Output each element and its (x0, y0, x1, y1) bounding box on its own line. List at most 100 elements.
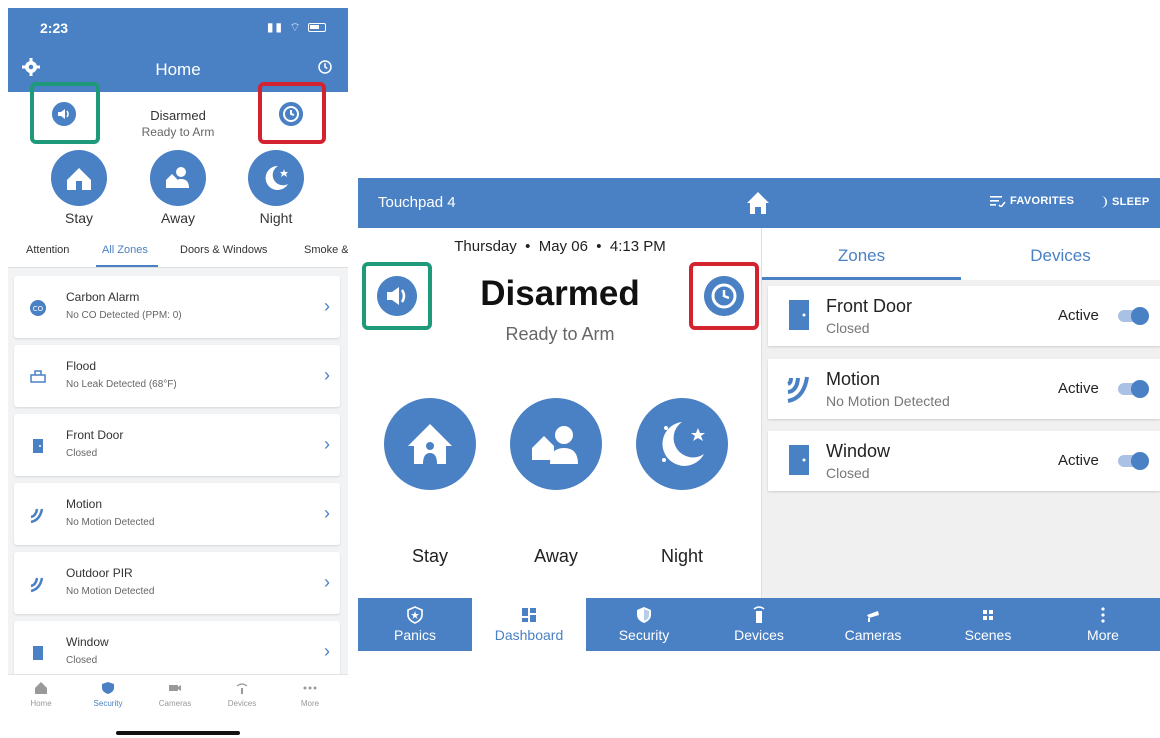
weekday: Thursday (454, 238, 517, 255)
away-label: Away (534, 546, 578, 566)
moon-icon (1101, 196, 1107, 208)
zone-active-label: Active (1058, 380, 1099, 397)
page-title: Home (155, 60, 201, 79)
status-icons: ▮▮ ⌔ (267, 20, 326, 35)
speaker-icon[interactable] (52, 102, 76, 126)
more-dots-icon (303, 686, 317, 690)
phone-screen: 2:23 ▮▮ ⌔ Home Disarmed Ready to Arm Sta… (8, 8, 348, 736)
tab-doors-windows[interactable]: Doors & Windows (180, 244, 267, 256)
nav-more[interactable]: More (1046, 598, 1160, 651)
clock-icon[interactable] (279, 102, 303, 126)
nav-label: Dashboard (494, 627, 564, 643)
devices-icon (753, 606, 765, 623)
night-label: Night (660, 546, 704, 566)
more-vertical-icon (1101, 607, 1105, 623)
zone-card-outdoor-pir[interactable]: Outdoor PIR No Motion Detected › (14, 552, 340, 614)
zone-card-front-door[interactable]: Front Door Closed › (14, 414, 340, 476)
zone-active-toggle[interactable] (1118, 380, 1149, 398)
arm-sub-state: Ready to Arm (141, 125, 215, 139)
away-button[interactable] (150, 150, 206, 206)
nav-cameras[interactable]: Cameras (145, 681, 205, 708)
battery-icon (308, 23, 326, 33)
phone-bottom-nav: Home Security Cameras Devices More (8, 674, 348, 736)
zone-card-window[interactable]: Window Closed Active (768, 431, 1160, 491)
motion-icon (787, 376, 809, 403)
away-button[interactable] (510, 398, 602, 490)
zone-name: Outdoor PIR (66, 566, 133, 580)
stay-label: Stay (64, 210, 93, 226)
nav-cameras[interactable]: Cameras (816, 598, 930, 651)
active-tab-indicator (762, 277, 961, 280)
zone-card-motion[interactable]: Motion No Motion Detected › (14, 483, 340, 545)
chevron-right-icon: › (324, 503, 330, 523)
security-summary: Disarmed Ready to Arm Stay Away Night (8, 82, 348, 238)
zone-name: Motion (66, 497, 103, 511)
panic-badge-icon (407, 606, 423, 624)
active-tab-indicator (96, 265, 158, 267)
devices-icon (236, 683, 248, 694)
separator-dot: • (592, 238, 606, 255)
tab-smoke[interactable]: Smoke & (304, 244, 348, 256)
nav-more[interactable]: More (280, 681, 340, 708)
stay-house-icon (67, 168, 91, 190)
camera-icon (867, 611, 879, 622)
date-time-line: Thursday • May 06 • 4:13 PM (358, 238, 762, 255)
window-icon (789, 445, 809, 475)
zone-active-toggle[interactable] (1118, 307, 1149, 325)
stay-house-icon (408, 424, 452, 464)
arm-state: Disarmed (150, 108, 206, 123)
history-icon[interactable] (316, 58, 334, 76)
tab-zones[interactable]: Zones (762, 246, 961, 266)
nav-label: More (1087, 627, 1119, 643)
zone-filter-tabs: Attention All Zones Doors & Windows Smok… (8, 238, 348, 268)
tab-all-zones[interactable]: All Zones (102, 244, 148, 256)
nav-dashboard[interactable]: Dashboard (472, 598, 586, 651)
stay-button[interactable] (51, 150, 107, 206)
stay-label: Stay (411, 546, 449, 566)
tablet-bottom-nav: Panics Dashboard Security Devices Camera… (358, 598, 1160, 651)
home-icon[interactable] (744, 189, 772, 217)
zone-card-flood[interactable]: Flood No Leak Detected (68°F) › (14, 345, 340, 407)
chevron-right-icon: › (324, 434, 330, 454)
zone-name: Motion (826, 369, 881, 389)
zone-active-toggle[interactable] (1118, 452, 1149, 470)
device-title: Touchpad 4 (378, 194, 456, 211)
night-button[interactable] (248, 150, 304, 206)
favorites-button[interactable]: FAVORITES (990, 195, 1075, 209)
flood-icon (30, 370, 46, 383)
tab-attention[interactable]: Attention (26, 244, 69, 256)
nav-label: Home (30, 699, 52, 708)
time: 4:13 PM (609, 238, 666, 255)
chevron-right-icon: › (324, 641, 330, 661)
zone-status: No Motion Detected (66, 586, 155, 597)
nav-label: More (300, 699, 320, 708)
zone-name: Window (66, 635, 109, 649)
clock-icon[interactable] (704, 276, 744, 316)
zone-name: Window (826, 441, 891, 461)
zone-active-label: Active (1058, 452, 1099, 469)
zone-status: Closed (66, 448, 98, 459)
nav-security[interactable]: Security (78, 681, 138, 708)
nav-panics[interactable]: Panics (358, 598, 472, 651)
zone-card-front-door[interactable]: Front Door Closed Active (768, 286, 1160, 346)
stay-button[interactable] (384, 398, 476, 490)
nav-security[interactable]: Security (587, 598, 701, 651)
nav-devices[interactable]: Devices (212, 681, 272, 708)
zone-card-carbon-alarm[interactable]: CO Carbon Alarm No CO Detected (PPM: 0) … (14, 276, 340, 338)
nav-label: Devices (734, 627, 784, 643)
nav-home[interactable]: Home (11, 681, 71, 708)
zone-card-motion[interactable]: Motion No Motion Detected Active (768, 359, 1160, 419)
night-button[interactable] (636, 398, 728, 490)
signal-icon: ▮▮ (266, 20, 285, 34)
camera-icon (169, 685, 181, 691)
sleep-button[interactable]: SLEEP (1096, 195, 1150, 209)
tab-devices[interactable]: Devices (961, 246, 1160, 266)
nav-devices[interactable]: Devices (702, 598, 816, 651)
zone-status: Closed (826, 465, 870, 481)
favorites-label: FAVORITES (1010, 195, 1075, 207)
carbon-alarm-icon: CO (30, 300, 46, 316)
separator-dot: • (520, 238, 535, 255)
nav-scenes[interactable]: Scenes (931, 598, 1045, 651)
scenes-icon (983, 610, 993, 620)
away-people-icon (166, 167, 189, 188)
